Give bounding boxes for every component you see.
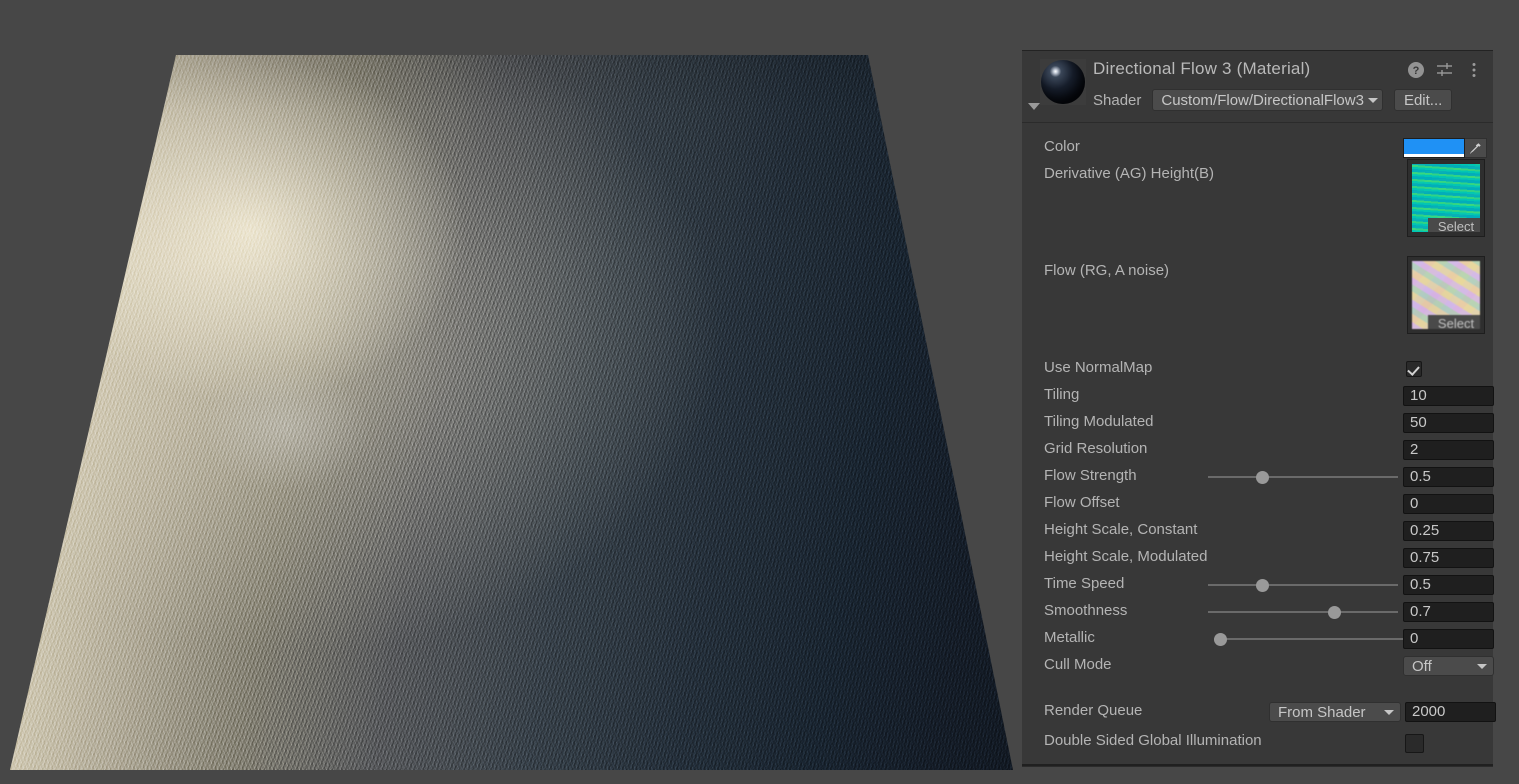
- derivative-height-select-button[interactable]: Select: [1428, 218, 1480, 232]
- material-preview-sphere-icon: [1041, 60, 1085, 104]
- preset-icon[interactable]: [1436, 61, 1454, 79]
- property-row-double-sided-gi: Double Sided Global Illumination: [1022, 732, 1493, 753]
- shader-dropdown[interactable]: Custom/Flow/DirectionalFlow3: [1152, 89, 1383, 111]
- smoothness-slider[interactable]: [1208, 602, 1398, 622]
- color-label: Color: [1044, 138, 1080, 155]
- property-row-metallic: Metallic 0: [1022, 629, 1494, 649]
- property-row-color: Color: [1022, 138, 1493, 158]
- header-icon-group: ?: [1407, 61, 1483, 79]
- cull-mode-label: Cull Mode: [1044, 656, 1112, 673]
- metallic-slider[interactable]: [1214, 629, 1404, 649]
- derivative-height-texture-slot[interactable]: Select: [1407, 159, 1485, 237]
- edit-shader-button[interactable]: Edit...: [1393, 89, 1453, 111]
- flow-offset-input[interactable]: 0: [1403, 494, 1494, 514]
- flow-texture-thumbnail: Select: [1412, 261, 1480, 329]
- material-title: Directional Flow 3 (Material): [1093, 59, 1311, 78]
- time-speed-label: Time Speed: [1044, 575, 1125, 592]
- property-row-height-scale-constant: Height Scale, Constant 0.25: [1022, 521, 1494, 541]
- chevron-down-icon: [1477, 663, 1487, 669]
- tiling-input[interactable]: 10: [1403, 386, 1494, 406]
- flow-strength-slider-track: [1208, 476, 1398, 478]
- double-sided-gi-label: Double Sided Global Illumination: [1044, 732, 1262, 749]
- material-inspector-panel: Directional Flow 3 (Material) ? Shader C…: [1022, 50, 1496, 767]
- metallic-slider-knob[interactable]: [1214, 633, 1227, 646]
- flow-label: Flow (RG, A noise): [1044, 262, 1170, 279]
- render-queue-label: Render Queue: [1044, 702, 1143, 719]
- derivative-height-label: Derivative (AG) Height(B): [1044, 165, 1215, 182]
- color-field[interactable]: [1403, 138, 1487, 158]
- use-normalmap-label: Use NormalMap: [1044, 359, 1153, 376]
- color-swatch-rgb: [1404, 139, 1464, 154]
- flow-strength-input[interactable]: 0.5: [1403, 467, 1494, 487]
- property-row-tiling-modulated: Tiling Modulated 50: [1022, 413, 1494, 433]
- tiling-modulated-input[interactable]: 50: [1403, 413, 1494, 433]
- foldout-triangle-down-icon[interactable]: [1028, 103, 1040, 110]
- chevron-down-icon: [1367, 97, 1378, 103]
- property-row-flow-offset: Flow Offset 0: [1022, 494, 1494, 514]
- metallic-slider-track: [1214, 638, 1404, 640]
- render-queue-input[interactable]: 2000: [1405, 702, 1496, 722]
- property-row-render-queue: Render Queue From Shader 2000: [1022, 702, 1496, 722]
- height-scale-constant-input[interactable]: 0.25: [1403, 521, 1494, 541]
- tiling-label: Tiling: [1044, 386, 1080, 403]
- metallic-label: Metallic: [1044, 629, 1095, 646]
- eyedropper-icon[interactable]: [1465, 138, 1487, 158]
- height-scale-modulated-input[interactable]: 0.75: [1403, 548, 1494, 568]
- flow-texture-slot[interactable]: Select: [1407, 256, 1485, 334]
- more-menu-icon[interactable]: [1465, 61, 1483, 79]
- time-speed-input[interactable]: 0.5: [1403, 575, 1494, 595]
- inspector-properties: Color Derivative (AG) Height(B) Select F…: [1022, 125, 1496, 767]
- render-queue-mode-dropdown[interactable]: From Shader: [1269, 702, 1401, 722]
- property-row-height-scale-modulated: Height Scale, Modulated 0.75: [1022, 548, 1494, 568]
- cull-mode-value: Off: [1412, 657, 1432, 675]
- grid-resolution-input[interactable]: 2: [1403, 440, 1494, 460]
- metallic-input[interactable]: 0: [1403, 629, 1494, 649]
- property-row-use-normalmap: Use NormalMap: [1022, 359, 1493, 379]
- derivative-height-texture-thumbnail: Select: [1412, 164, 1480, 232]
- shader-dropdown-value: Custom/Flow/DirectionalFlow3: [1161, 91, 1364, 109]
- cull-mode-dropdown[interactable]: Off: [1403, 656, 1494, 676]
- smoothness-slider-knob[interactable]: [1328, 606, 1342, 619]
- flow-strength-slider[interactable]: [1208, 467, 1398, 487]
- help-icon[interactable]: ?: [1407, 61, 1425, 79]
- shader-row: Shader Custom/Flow/DirectionalFlow3 Edit…: [1093, 89, 1453, 111]
- application-window: Directional Flow 3 (Material) ? Shader C…: [0, 0, 1519, 784]
- smoothness-slider-track: [1208, 611, 1398, 613]
- property-row-tiling: Tiling 10: [1022, 386, 1494, 406]
- editor-background-strip: [1493, 0, 1519, 784]
- time-speed-slider-track: [1208, 584, 1398, 586]
- time-speed-slider-knob[interactable]: [1255, 579, 1269, 592]
- flow-select-button[interactable]: Select: [1428, 315, 1480, 329]
- grid-resolution-label: Grid Resolution: [1044, 440, 1148, 457]
- use-normalmap-checkbox[interactable]: [1406, 361, 1422, 377]
- water-plane-mesh[interactable]: [10, 55, 1013, 770]
- color-swatch-alpha: [1404, 154, 1464, 157]
- render-queue-mode-value: From Shader: [1278, 703, 1366, 721]
- flow-strength-slider-knob[interactable]: [1255, 471, 1269, 484]
- property-row-time-speed: Time Speed 0.5: [1022, 575, 1494, 595]
- smoothness-label: Smoothness: [1044, 602, 1128, 619]
- smoothness-input[interactable]: 0.7: [1403, 602, 1494, 622]
- svg-text:?: ?: [1413, 65, 1420, 77]
- double-sided-gi-checkbox[interactable]: [1405, 734, 1424, 753]
- height-scale-modulated-label: Height Scale, Modulated: [1044, 548, 1208, 565]
- height-scale-constant-label: Height Scale, Constant: [1044, 521, 1198, 538]
- property-row-grid-resolution: Grid Resolution 2: [1022, 440, 1494, 460]
- property-row-flow-strength: Flow Strength 0.5: [1022, 467, 1494, 487]
- inspector-header: Directional Flow 3 (Material) ? Shader C…: [1022, 51, 1493, 123]
- flow-offset-label: Flow Offset: [1044, 494, 1120, 511]
- property-row-cull-mode: Cull Mode Off: [1022, 656, 1494, 676]
- property-row-smoothness: Smoothness 0.7: [1022, 602, 1494, 622]
- shader-label: Shader: [1093, 91, 1142, 109]
- material-preview-thumbnail[interactable]: [1040, 59, 1086, 105]
- footer-divider: [1022, 766, 1493, 767]
- scene-viewport[interactable]: [0, 0, 1022, 784]
- tiling-modulated-label: Tiling Modulated: [1044, 413, 1154, 430]
- header-divider: [1022, 122, 1493, 123]
- time-speed-slider[interactable]: [1208, 575, 1398, 595]
- color-swatch[interactable]: [1403, 138, 1465, 158]
- chevron-down-icon: [1384, 709, 1394, 715]
- flow-strength-label: Flow Strength: [1044, 467, 1137, 484]
